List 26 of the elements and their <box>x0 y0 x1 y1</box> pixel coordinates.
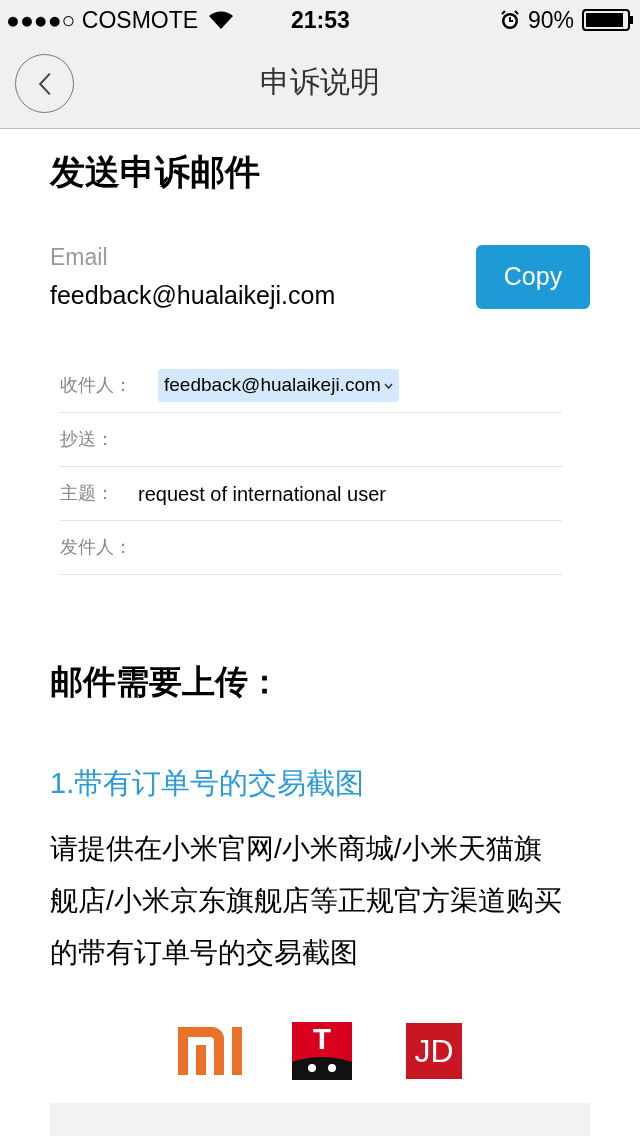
chevron-left-icon <box>36 70 53 97</box>
field-label: 主题： <box>60 482 115 505</box>
cat-face-icon <box>292 1056 352 1080</box>
item-title: 1.带有订单号的交易截图 <box>50 766 366 801</box>
alarm-icon <box>499 10 520 30</box>
item-description: 请提供在小米官网/小米商城/小米天猫旗舰店/小米京东旗舰店等正规官方渠道购买的带有订单号的交易截图 <box>50 832 562 970</box>
page-title: 申诉说明 <box>260 63 380 100</box>
field-label: 发件人： <box>60 536 133 559</box>
carrier-name: ●●●●○ COSMOTE <box>6 5 199 35</box>
subject-text: request of international user <box>138 481 386 507</box>
mi-logo-icon <box>178 1027 242 1075</box>
field-label: 收件人： <box>60 374 133 397</box>
email-label: Email <box>50 243 109 272</box>
logo-letter: T <box>312 1022 332 1057</box>
status-time: 21:53 <box>291 5 350 35</box>
caret-icon <box>383 382 393 389</box>
battery-icon <box>582 9 634 31</box>
section-heading: 邮件需要上传： <box>50 662 282 702</box>
recipient-address: feedback@hualaikeji.com <box>164 373 381 398</box>
jd-logo: JD <box>406 1023 462 1079</box>
field-label: 抄送： <box>60 428 115 451</box>
section-heading: 发送申诉邮件 <box>50 151 261 193</box>
wifi-icon <box>208 10 235 30</box>
battery-percent: 90% <box>527 5 574 35</box>
email-address: feedback@hualaikeji.com <box>50 280 336 311</box>
copy-button[interactable]: Copy <box>476 245 590 309</box>
